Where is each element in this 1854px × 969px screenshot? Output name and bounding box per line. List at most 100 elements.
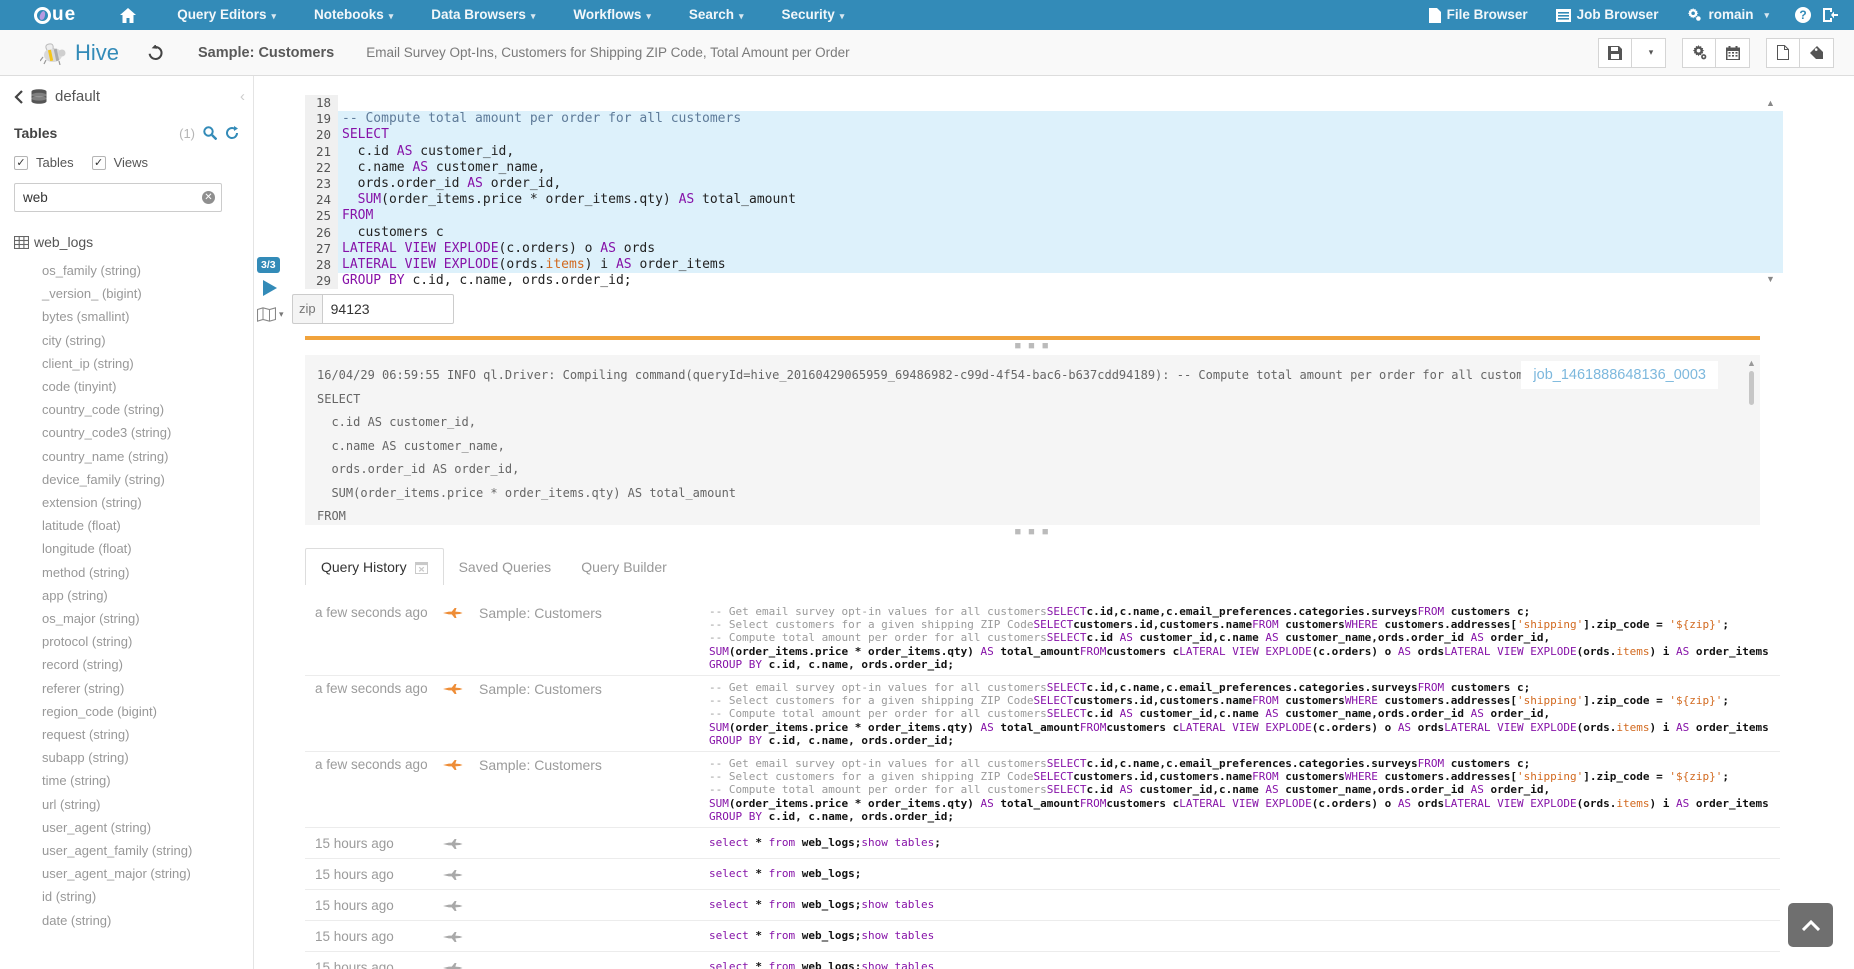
- log-scrollbar[interactable]: ▲: [1746, 358, 1757, 522]
- resize-handle[interactable]: ■ ■ ■: [305, 528, 1760, 536]
- column-item[interactable]: device_family (string): [14, 468, 253, 491]
- column-item[interactable]: extension (string): [14, 491, 253, 514]
- history-row[interactable]: 15 hours agoselect * from web_logs;: [305, 859, 1780, 890]
- table-search-input[interactable]: [14, 183, 222, 212]
- history-row[interactable]: 15 hours agoselect * from web_logs;show …: [305, 828, 1780, 859]
- history-row[interactable]: 15 hours agoselect * from web_logs;show …: [305, 890, 1780, 921]
- column-item[interactable]: app (string): [14, 584, 253, 607]
- collapse-panel-icon[interactable]: ‹: [240, 88, 245, 105]
- column-item[interactable]: code (tinyint): [14, 375, 253, 398]
- nav-menu-query-editors[interactable]: Query Editors▾: [158, 0, 295, 31]
- column-item[interactable]: method (string): [14, 561, 253, 584]
- functions-button[interactable]: ▾: [257, 307, 284, 322]
- tables-checkbox-label[interactable]: Tables: [36, 155, 74, 170]
- history-row[interactable]: 15 hours agoselect * from web_logs;show …: [305, 921, 1780, 952]
- back-icon[interactable]: [14, 90, 23, 104]
- history-row[interactable]: 15 hours agoselect * from web_logs;show …: [305, 952, 1780, 969]
- column-item[interactable]: longitude (float): [14, 537, 253, 560]
- statement-counter-badge[interactable]: 3/3: [257, 257, 280, 273]
- history-query-line: -- Select customers for a given shipping…: [709, 770, 1780, 783]
- editor-scroll-up-icon[interactable]: ▲: [1766, 98, 1775, 108]
- column-item[interactable]: _version_ (bigint): [14, 282, 253, 305]
- sign-out-icon[interactable]: [1823, 8, 1838, 22]
- column-item[interactable]: city (string): [14, 329, 253, 352]
- hue-logo[interactable]: ue: [34, 4, 76, 26]
- column-item[interactable]: country_code3 (string): [14, 421, 253, 444]
- new-query-button[interactable]: [1766, 38, 1800, 68]
- history-timestamp: 15 hours ago: [305, 898, 443, 913]
- tables-checkbox[interactable]: ✓: [14, 156, 28, 170]
- tags-button[interactable]: [1800, 38, 1834, 68]
- search-icon[interactable]: [203, 126, 217, 140]
- execute-button[interactable]: [263, 280, 277, 296]
- home-icon[interactable]: [120, 8, 136, 23]
- views-checkbox-label[interactable]: Views: [114, 155, 148, 170]
- column-item[interactable]: request (string): [14, 723, 253, 746]
- database-name[interactable]: default: [55, 88, 100, 105]
- column-item[interactable]: id (string): [14, 885, 253, 908]
- column-item[interactable]: subapp (string): [14, 746, 253, 769]
- query-jet-gray-icon: [443, 960, 479, 969]
- code-line: 20SELECT: [305, 127, 1783, 143]
- save-button[interactable]: [1598, 38, 1632, 68]
- column-item[interactable]: region_code (bigint): [14, 700, 253, 723]
- tab-query-history[interactable]: Query History: [305, 548, 444, 585]
- table-item[interactable]: web_logs: [14, 234, 253, 250]
- nav-menu-workflows[interactable]: Workflows▾: [554, 0, 670, 31]
- nav-menu-notebooks[interactable]: Notebooks▾: [295, 0, 412, 31]
- file-browser-link[interactable]: File Browser: [1415, 0, 1542, 30]
- hue-logo-icon: [34, 7, 51, 24]
- column-item[interactable]: user_agent_major (string): [14, 862, 253, 885]
- nav-menu-search[interactable]: Search▾: [670, 0, 763, 31]
- resize-handle[interactable]: ■ ■ ■: [305, 342, 1760, 350]
- column-item[interactable]: country_name (string): [14, 445, 253, 468]
- clear-history-icon[interactable]: [415, 561, 428, 574]
- nav-menu-security[interactable]: Security▾: [762, 0, 863, 31]
- nav-menu-data-browsers[interactable]: Data Browsers▾: [412, 0, 554, 31]
- history-row[interactable]: a few seconds agoSample: Customers-- Get…: [305, 600, 1780, 676]
- query-history-undo-icon[interactable]: [147, 45, 164, 61]
- job-link[interactable]: job_1461888648136_0003: [1533, 367, 1706, 383]
- scroll-up-icon[interactable]: ▲: [1746, 358, 1757, 368]
- chevron-down-icon: ▾: [739, 11, 744, 21]
- settings-button[interactable]: [1682, 38, 1716, 68]
- column-item[interactable]: record (string): [14, 653, 253, 676]
- job-browser-link[interactable]: Job Browser: [1542, 0, 1673, 30]
- refresh-icon[interactable]: [225, 126, 239, 140]
- scroll-to-top-button[interactable]: [1788, 903, 1833, 947]
- chevron-down-icon: ▾: [279, 309, 284, 320]
- column-item[interactable]: client_ip (string): [14, 352, 253, 375]
- column-item[interactable]: country_code (string): [14, 398, 253, 421]
- column-item[interactable]: bytes (smallint): [14, 305, 253, 328]
- column-item[interactable]: url (string): [14, 793, 253, 816]
- column-item[interactable]: referer (string): [14, 677, 253, 700]
- column-item[interactable]: protocol (string): [14, 630, 253, 653]
- editor-scroll-down-icon[interactable]: ▼: [1766, 274, 1775, 284]
- schedule-button[interactable]: [1716, 38, 1750, 68]
- navbar-right: File Browser Job Browser romain ▾ ?: [1415, 0, 1854, 30]
- help-button[interactable]: ?: [1795, 7, 1811, 23]
- column-item[interactable]: time (string): [14, 769, 253, 792]
- column-item[interactable]: date (string): [14, 909, 253, 932]
- tab-label: Query History: [321, 559, 407, 575]
- code-editor[interactable]: 1819-- Compute total amount per order fo…: [305, 95, 1783, 289]
- column-item[interactable]: latitude (float): [14, 514, 253, 537]
- chevron-down-icon: ▾: [389, 11, 394, 21]
- column-item[interactable]: os_family (string): [14, 259, 253, 282]
- views-checkbox[interactable]: ✓: [92, 156, 106, 170]
- query-jet-icon: [443, 681, 479, 747]
- save-options-button[interactable]: ▾: [1632, 38, 1666, 68]
- variable-input[interactable]: [322, 294, 454, 324]
- tab-saved-queries[interactable]: Saved Queries: [444, 549, 567, 585]
- history-row[interactable]: a few seconds agoSample: Customers-- Get…: [305, 676, 1780, 752]
- line-number: 20: [305, 127, 338, 143]
- user-menu[interactable]: romain ▾: [1672, 0, 1783, 30]
- clear-search-icon[interactable]: ✕: [202, 191, 215, 204]
- line-number: 27: [305, 241, 338, 257]
- history-row[interactable]: a few seconds agoSample: Customers-- Get…: [305, 752, 1780, 828]
- column-item[interactable]: user_agent (string): [14, 816, 253, 839]
- column-item[interactable]: user_agent_family (string): [14, 839, 253, 862]
- column-item[interactable]: os_major (string): [14, 607, 253, 630]
- scrollbar-thumb[interactable]: [1749, 371, 1754, 405]
- tab-query-builder[interactable]: Query Builder: [566, 549, 682, 585]
